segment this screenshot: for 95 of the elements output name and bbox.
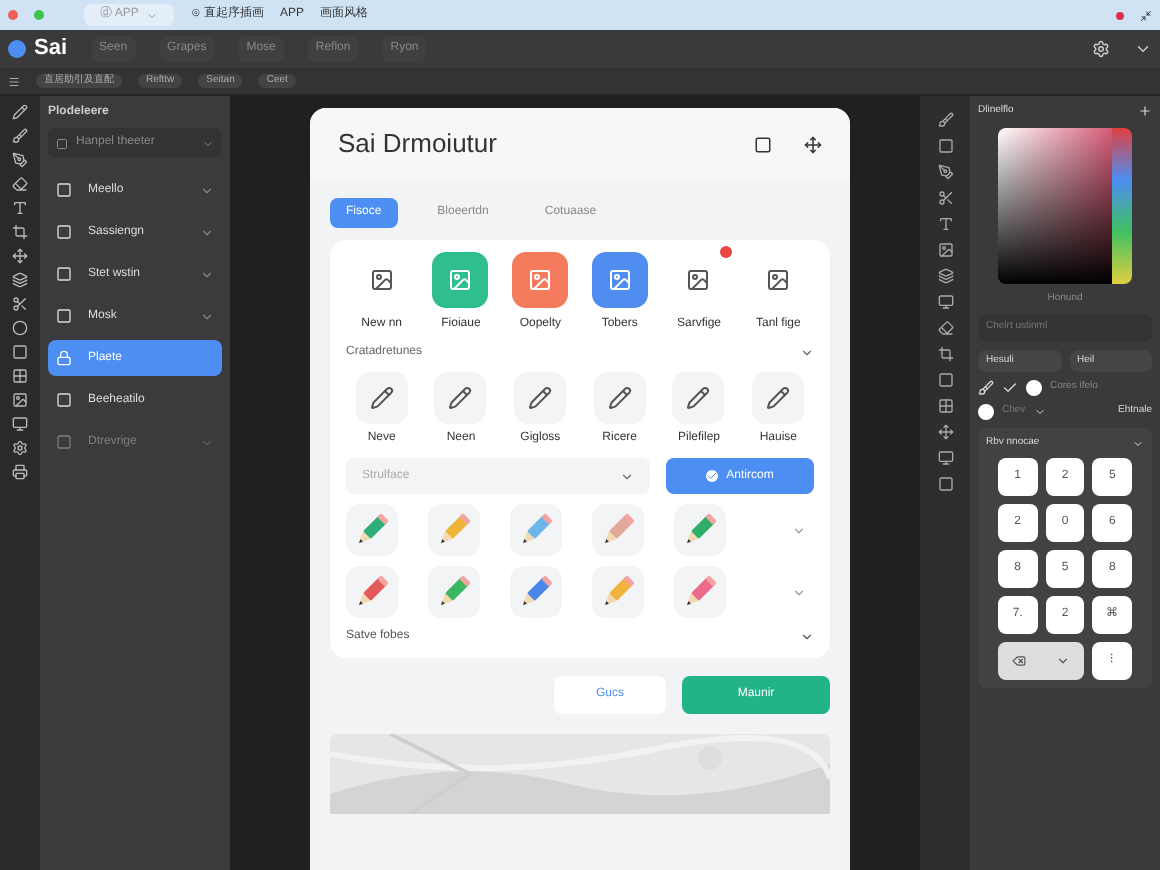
settings-icon[interactable] xyxy=(1092,40,1110,58)
tool-tile-icon[interactable] xyxy=(355,372,408,424)
chevron-icon[interactable] xyxy=(200,267,214,281)
image-icon xyxy=(448,268,473,292)
tool-tile-icon[interactable] xyxy=(434,372,487,424)
text-icon[interactable] xyxy=(937,216,953,232)
app-tile-icon[interactable] xyxy=(591,252,648,308)
pencil-tile[interactable] xyxy=(510,504,562,556)
layers-icon[interactable] xyxy=(12,272,28,288)
pencil-tile[interactable] xyxy=(346,566,398,618)
settings-icon[interactable] xyxy=(12,440,28,456)
chevron-icon[interactable] xyxy=(1132,437,1144,450)
image-icon xyxy=(766,268,791,292)
chevron-icon[interactable] xyxy=(200,225,214,239)
text-icon[interactable] xyxy=(12,200,28,216)
pencil-tile[interactable] xyxy=(674,504,726,556)
pencil-tile[interactable] xyxy=(592,566,644,618)
pen-icon[interactable] xyxy=(12,152,28,168)
image-icon xyxy=(369,268,394,292)
move-icon[interactable] xyxy=(804,135,822,153)
tool-tile-icon[interactable] xyxy=(752,372,805,424)
add-icon[interactable] xyxy=(1138,104,1152,119)
move-icon[interactable] xyxy=(937,424,953,440)
menu-icon[interactable] xyxy=(8,75,20,87)
image-icon xyxy=(686,268,711,292)
check-icon[interactable] xyxy=(1002,380,1018,396)
image-icon xyxy=(607,268,632,292)
layers-icon[interactable] xyxy=(937,268,953,284)
badge-icon xyxy=(720,246,733,258)
pencil-tile[interactable] xyxy=(674,566,726,618)
image-icon xyxy=(528,268,553,292)
square-icon[interactable] xyxy=(12,344,28,360)
color-swatch[interactable] xyxy=(1026,380,1042,396)
monitor-icon[interactable] xyxy=(937,294,953,310)
caret-icon xyxy=(146,9,159,21)
monitor-icon[interactable] xyxy=(12,416,28,432)
eraser-icon[interactable] xyxy=(12,176,28,192)
square-icon xyxy=(56,266,72,282)
square-icon[interactable] xyxy=(937,372,953,388)
eraser-icon[interactable] xyxy=(937,320,953,336)
chevron-icon[interactable] xyxy=(200,183,214,197)
scissors-icon[interactable] xyxy=(937,190,953,206)
square-icon xyxy=(56,434,72,450)
tool-tile-icon[interactable] xyxy=(672,372,725,424)
square-icon[interactable] xyxy=(937,476,953,492)
monitor-icon[interactable] xyxy=(937,450,953,466)
check-icon xyxy=(706,470,719,482)
chevron-icon xyxy=(202,137,214,149)
app-tile-icon[interactable] xyxy=(512,252,569,308)
image-icon[interactable] xyxy=(937,242,953,258)
grid-icon[interactable] xyxy=(12,368,28,384)
pencil-tile[interactable] xyxy=(428,566,480,618)
grid-icon[interactable] xyxy=(937,398,953,414)
square-icon xyxy=(56,392,72,408)
backspace-icon xyxy=(1012,653,1027,667)
pencil-tile[interactable] xyxy=(510,566,562,618)
caret-icon[interactable] xyxy=(1033,406,1046,418)
pencil-tile[interactable] xyxy=(428,504,480,556)
chevron-icon[interactable] xyxy=(800,630,814,644)
window-icon[interactable] xyxy=(1140,9,1152,21)
printer-icon[interactable] xyxy=(12,464,28,480)
pen-icon[interactable] xyxy=(937,164,953,180)
lock-icon xyxy=(56,350,72,366)
brush-icon[interactable] xyxy=(937,112,953,128)
square-icon xyxy=(56,137,68,149)
brush-icon[interactable] xyxy=(12,128,28,144)
app-logo-icon xyxy=(8,40,26,58)
brush-icon[interactable] xyxy=(978,380,994,396)
chevron-icon[interactable] xyxy=(200,309,214,323)
image-icon[interactable] xyxy=(12,392,28,408)
chevron-icon xyxy=(1055,653,1070,667)
square-icon xyxy=(56,308,72,324)
square-icon xyxy=(56,182,72,198)
pencil-icon[interactable] xyxy=(12,104,28,120)
square-icon xyxy=(56,224,72,240)
app-name: Sai xyxy=(34,34,68,65)
keypad-key[interactable] xyxy=(998,641,1085,679)
chevron-icon xyxy=(620,469,634,483)
crop-icon[interactable] xyxy=(937,346,953,362)
dialog-title: Sai Drmoiutur xyxy=(338,126,499,163)
tool-tile-icon[interactable] xyxy=(514,372,567,424)
chevron-icon[interactable] xyxy=(1134,40,1152,58)
color-picker[interactable] xyxy=(998,127,1132,283)
tool-tile-icon[interactable] xyxy=(593,372,646,424)
pencil-tile[interactable] xyxy=(346,504,398,556)
color-swatch[interactable] xyxy=(978,404,994,420)
square-icon[interactable] xyxy=(937,138,953,154)
move-icon[interactable] xyxy=(12,248,28,264)
scissors-icon[interactable] xyxy=(12,296,28,312)
app-tile-icon[interactable] xyxy=(432,252,489,308)
pencil-tile[interactable] xyxy=(592,504,644,556)
window-icon[interactable] xyxy=(754,135,772,153)
circle-icon[interactable] xyxy=(12,320,28,336)
chevron-icon[interactable] xyxy=(800,346,814,360)
crop-icon[interactable] xyxy=(12,224,28,240)
